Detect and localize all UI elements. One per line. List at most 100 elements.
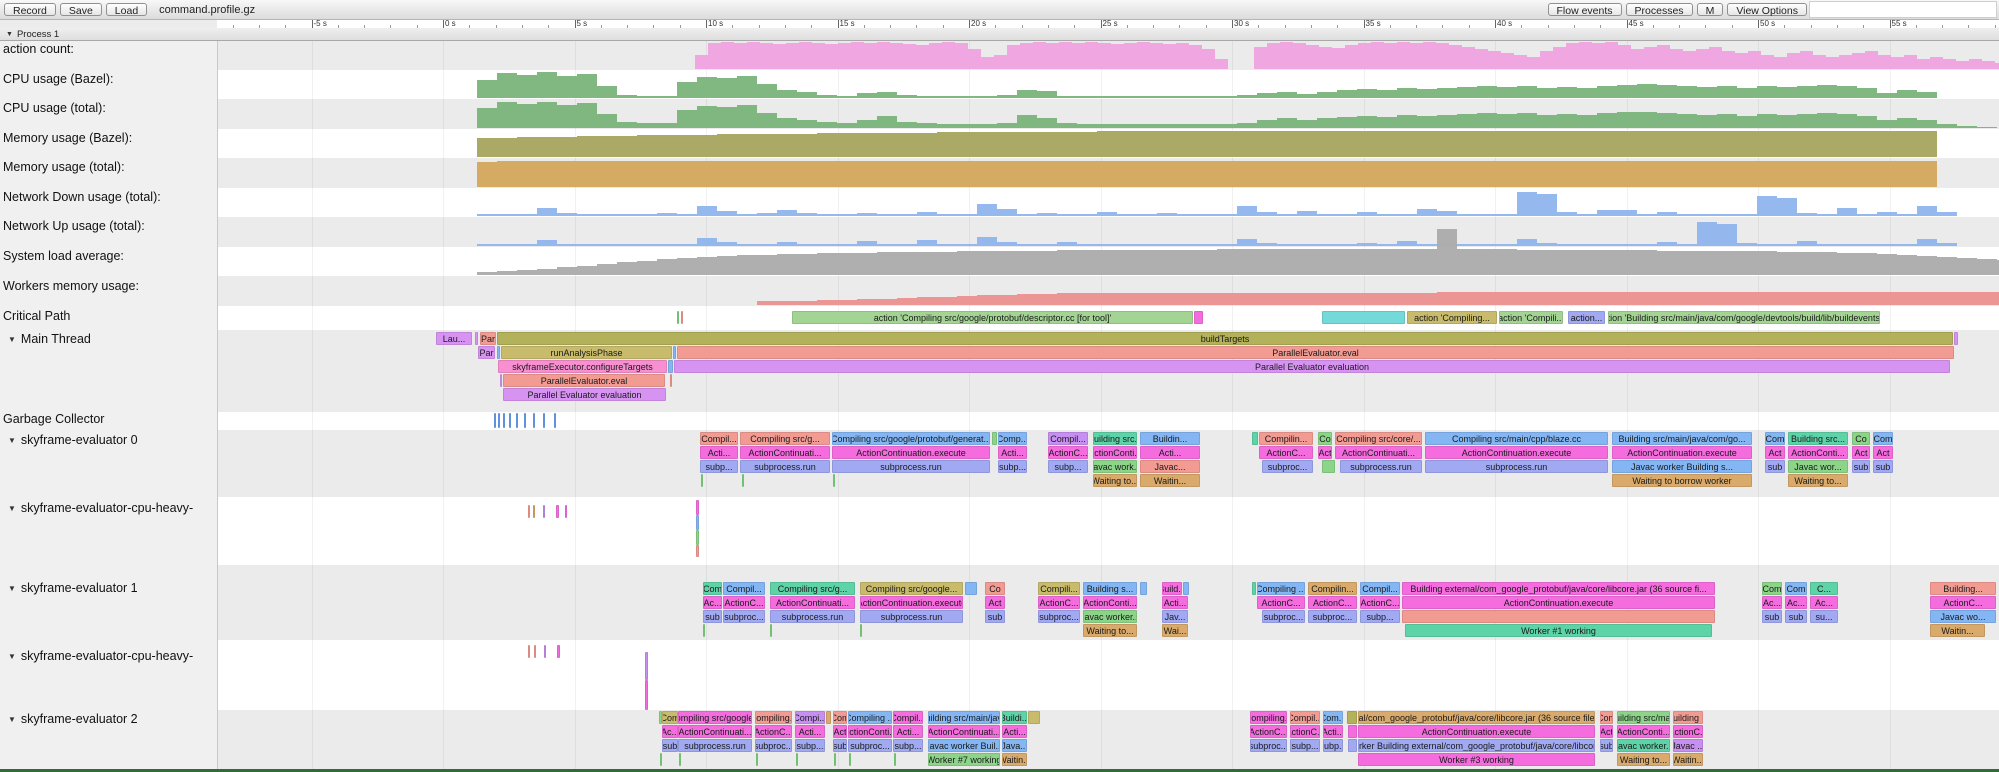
skyframe-evaluator-1-slice[interactable] (703, 624, 705, 637)
skyframe-evaluator-2-slice[interactable] (756, 753, 758, 766)
skyframe-evaluator-cpu-heavy-1-slice[interactable] (543, 505, 545, 518)
skyframe-evaluator-2-slice[interactable]: Java... (1002, 739, 1027, 752)
critical-path-slice[interactable] (681, 311, 683, 324)
memory-usage-bazel-chart[interactable] (477, 131, 1937, 157)
skyframe-evaluator-1-slice[interactable]: Waitin... (1930, 624, 1985, 637)
skyframe-evaluator-0-slice[interactable] (992, 432, 997, 445)
processes-button[interactable]: Processes (1626, 3, 1693, 16)
skyframe-evaluator-2-slice[interactable]: Waitin... (1673, 753, 1703, 766)
skyframe-evaluator-0-slice[interactable]: Co (1318, 432, 1332, 445)
skyframe-evaluator-1-slice[interactable]: Building s... (1083, 582, 1137, 595)
skyframe-evaluator-cpu-heavy-1-slice[interactable] (696, 500, 699, 515)
skyframe-evaluator-2-slice[interactable]: Javac ... (1673, 739, 1703, 752)
sidebar-item-skyframe-evaluator-cpu-heavy[interactable]: ▼skyframe-evaluator-cpu-heavy- (0, 648, 215, 664)
critical-path-slice[interactable] (1322, 311, 1405, 324)
skyframe-evaluator-1-slice[interactable] (1252, 582, 1256, 595)
skyframe-evaluator-0-slice[interactable]: Acti... (998, 446, 1027, 459)
skyframe-evaluator-0-slice[interactable]: ActionC... (1259, 446, 1313, 459)
skyframe-evaluator-2-slice[interactable]: subproc... (848, 739, 892, 752)
skyframe-evaluator-1-slice[interactable] (965, 582, 977, 595)
skyframe-evaluator-1-slice[interactable]: ActionC... (723, 596, 765, 609)
skyframe-evaluator-0-slice[interactable] (701, 474, 703, 487)
skyframe-evaluator-1-slice[interactable]: Compiling src/google... (860, 582, 963, 595)
skyframe-evaluator-1-slice[interactable]: Compili... (1038, 582, 1080, 595)
skyframe-evaluator-1-slice[interactable]: C... (1810, 582, 1838, 595)
garbage-collector-slice[interactable] (524, 413, 526, 428)
collapse-arrow-icon[interactable]: ▼ (8, 584, 16, 593)
skyframe-evaluator-2-slice[interactable]: Acti... (893, 725, 923, 738)
critical-path-slice[interactable]: action 'Compiling... (1407, 311, 1497, 324)
skyframe-evaluator-0-slice[interactable]: Act (1873, 446, 1893, 459)
skyframe-evaluator-2-slice[interactable]: ActionContinuati... (928, 725, 1000, 738)
skyframe-evaluator-1-slice[interactable]: Javac wo... (1930, 610, 1996, 623)
garbage-collector-slice[interactable] (494, 413, 496, 428)
skyframe-evaluator-0-slice[interactable] (1322, 460, 1335, 473)
skyframe-evaluator-cpu-heavy-1-slice[interactable] (556, 505, 559, 518)
skyframe-evaluator-0-slice[interactable]: sub (1852, 460, 1870, 473)
skyframe-evaluator-0-slice[interactable]: Waitin... (1140, 474, 1200, 487)
skyframe-evaluator-0-slice[interactable]: Javac worker Building s... (1612, 460, 1752, 473)
main-thread-slice[interactable]: Par (480, 332, 496, 345)
skyframe-evaluator-2-slice[interactable]: Building src/main/jav... (928, 711, 1000, 724)
garbage-collector-slice[interactable] (516, 413, 518, 428)
view-options-button[interactable]: View Options (1727, 3, 1807, 16)
skyframe-evaluator-1-slice[interactable]: Javac worker... (1083, 610, 1137, 623)
critical-path-slice[interactable] (1194, 311, 1203, 324)
skyframe-evaluator-1-slice[interactable]: subproc... (1038, 610, 1080, 623)
skyframe-evaluator-2-slice[interactable]: Buildi... (1002, 711, 1027, 724)
skyframe-evaluator-1-slice[interactable]: sub (985, 610, 1005, 623)
skyframe-evaluator-1-slice[interactable]: ActionC... (1038, 596, 1080, 609)
skyframe-evaluator-0-slice[interactable]: subproc... (1262, 460, 1313, 473)
skyframe-evaluator-1-slice[interactable]: ActionC... (1308, 596, 1357, 609)
skyframe-evaluator-2-slice[interactable]: ActionContinuation.execute (1358, 725, 1595, 738)
skyframe-evaluator-2-slice[interactable]: subp... (1290, 739, 1320, 752)
skyframe-evaluator-1-slice[interactable]: sub (703, 610, 722, 623)
skyframe-evaluator-0-slice[interactable]: subprocess.run (1425, 460, 1608, 473)
skyframe-evaluator-1-slice[interactable]: Compil... (1360, 582, 1400, 595)
main-thread-slice[interactable]: skyframeExecutor.configureTargets (498, 360, 667, 373)
garbage-collector-slice[interactable] (509, 413, 511, 428)
garbage-collector-slice[interactable] (498, 413, 500, 428)
skyframe-evaluator-1-slice[interactable]: Act (985, 596, 1005, 609)
skyframe-evaluator-1-slice[interactable]: Com (1762, 582, 1782, 595)
skyframe-evaluator-0-slice[interactable]: ActionC... (1048, 446, 1088, 459)
skyframe-evaluator-1-slice[interactable]: ActionC... (1360, 596, 1400, 609)
skyframe-evaluator-0-slice[interactable]: subprocess.run (1340, 460, 1422, 473)
skyframe-evaluator-2-slice[interactable]: Waitin... (1002, 753, 1027, 766)
main-thread-slice[interactable]: Parallel Evaluator evaluation (503, 388, 666, 401)
main-thread-slice[interactable]: Par (478, 346, 495, 359)
skyframe-evaluator-0-slice[interactable]: ActionContinuati... (1335, 446, 1422, 459)
skyframe-evaluator-2-slice[interactable]: ActionContinuati... (678, 725, 752, 738)
skyframe-evaluator-1-slice[interactable]: ActionC... (1930, 596, 1996, 609)
skyframe-evaluator-0-slice[interactable] (1252, 432, 1258, 445)
garbage-collector-slice[interactable] (554, 413, 556, 428)
skyframe-evaluator-2-slice[interactable]: sub (833, 739, 847, 752)
skyframe-evaluator-2-slice[interactable]: Acti... (795, 725, 825, 738)
skyframe-evaluator-0-slice[interactable]: Building src... (1788, 432, 1848, 445)
sidebar-item-skyframe-evaluator-1[interactable]: ▼skyframe-evaluator 1 (0, 580, 215, 596)
load-button[interactable]: Load (106, 3, 147, 16)
skyframe-evaluator-1-slice[interactable] (1140, 582, 1147, 595)
skyframe-evaluator-0-slice[interactable]: ActionContinuati... (740, 446, 830, 459)
critical-path-slice[interactable]: action 'Building src/main/java/com/googl… (1608, 311, 1880, 324)
skyframe-evaluator-2-slice[interactable]: Com (833, 711, 847, 724)
skyframe-evaluator-2-slice[interactable]: Com (662, 711, 678, 724)
garbage-collector-slice[interactable] (533, 413, 535, 428)
skyframe-evaluator-2-slice[interactable]: Compi... (795, 711, 825, 724)
network-up-usage-chart[interactable] (477, 222, 1957, 246)
skyframe-evaluator-2-slice[interactable]: Acti... (1323, 725, 1343, 738)
critical-path-slice[interactable] (677, 311, 679, 324)
skyframe-evaluator-1-slice[interactable]: subproc... (723, 610, 765, 623)
skyframe-evaluator-0-slice[interactable]: Javac... (1140, 460, 1200, 473)
skyframe-evaluator-0-slice[interactable]: Compiling src/google/protobuf/generat... (832, 432, 990, 445)
network-down-usage-chart[interactable] (477, 192, 1957, 216)
skyframe-evaluator-1-slice[interactable]: Com (703, 582, 722, 595)
skyframe-evaluator-0-slice[interactable]: Acti... (700, 446, 738, 459)
skyframe-evaluator-1-slice[interactable]: subproc... (1262, 610, 1305, 623)
skyframe-evaluator-0-slice[interactable]: ActionConti... (1788, 446, 1848, 459)
skyframe-evaluator-1-slice[interactable]: Building external/com_google_protobuf/ja… (1402, 582, 1715, 595)
skyframe-evaluator-2-slice[interactable]: Com (1600, 711, 1613, 724)
system-load-average-chart[interactable] (477, 229, 1999, 275)
main-thread-slice[interactable]: ParallelEvaluator.eval (503, 374, 665, 387)
skyframe-evaluator-0-slice[interactable]: sub (1765, 460, 1785, 473)
